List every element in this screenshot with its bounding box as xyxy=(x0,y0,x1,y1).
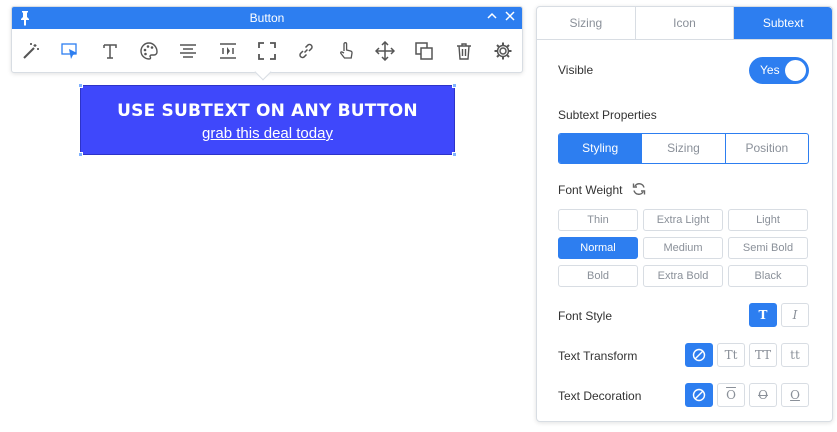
subtab-sizing[interactable]: Sizing xyxy=(641,134,724,163)
magic-wand-icon[interactable] xyxy=(19,39,43,63)
font-style-normal-button[interactable]: T xyxy=(749,303,777,327)
weight-bold[interactable]: Bold xyxy=(558,265,638,287)
text-decoration-label: Text Decoration xyxy=(558,389,642,403)
weight-medium[interactable]: Medium xyxy=(643,237,723,259)
weight-black[interactable]: Black xyxy=(728,265,808,287)
preview-button[interactable]: USE SUBTEXT ON ANY BUTTON grab this deal… xyxy=(78,83,457,157)
weight-normal[interactable]: Normal xyxy=(558,237,638,259)
weight-light[interactable]: Light xyxy=(728,209,808,231)
close-icon[interactable] xyxy=(502,9,518,27)
button-main-text: USE SUBTEXT ON ANY BUTTON xyxy=(117,101,418,121)
hand-pointer-icon[interactable] xyxy=(334,39,358,63)
transform-none-button[interactable] xyxy=(685,343,713,367)
toolbar-header: Button xyxy=(12,7,522,29)
typography-icon[interactable] xyxy=(98,39,122,63)
fullscreen-icon[interactable] xyxy=(255,39,279,63)
weight-extra-light[interactable]: Extra Light xyxy=(643,209,723,231)
none-icon xyxy=(692,388,706,402)
font-weight-grid: Thin Extra Light Light Normal Medium Sem… xyxy=(558,209,810,287)
subtab-styling[interactable]: Styling xyxy=(559,134,642,163)
tab-icon[interactable]: Icon xyxy=(636,7,735,39)
trash-icon[interactable] xyxy=(452,39,476,63)
pin-icon[interactable] xyxy=(18,10,32,26)
decoration-none-button[interactable] xyxy=(685,383,713,407)
text-transform-label: Text Transform xyxy=(558,349,638,363)
transform-capitalize-button[interactable]: Tt xyxy=(717,343,745,367)
collapse-icon[interactable] xyxy=(484,9,500,27)
settings-panel: Sizing Icon Subtext Visible Yes Subtext … xyxy=(536,6,833,422)
weight-thin[interactable]: Thin xyxy=(558,209,638,231)
toggle-value: Yes xyxy=(760,63,780,77)
decoration-strikethrough-button[interactable]: O xyxy=(749,383,777,407)
link-icon[interactable] xyxy=(294,39,318,63)
weight-semi-bold[interactable]: Semi Bold xyxy=(728,237,808,259)
font-style-label: Font Style xyxy=(558,309,613,323)
subtab-position[interactable]: Position xyxy=(724,134,808,163)
duplicate-icon[interactable] xyxy=(412,39,436,63)
panel-tabs: Sizing Icon Subtext xyxy=(537,7,833,40)
font-weight-label: Font Weight xyxy=(558,183,623,197)
resize-handle[interactable] xyxy=(452,152,457,157)
subtext-subtabs: Styling Sizing Position xyxy=(558,133,809,164)
resize-handle[interactable] xyxy=(78,83,83,88)
resize-handle[interactable] xyxy=(452,83,457,88)
tab-sizing[interactable]: Sizing xyxy=(537,7,636,39)
none-icon xyxy=(692,348,706,362)
toolbar-icon-row xyxy=(12,29,522,73)
palette-icon[interactable] xyxy=(137,39,161,63)
transform-uppercase-button[interactable]: TT xyxy=(749,343,777,367)
toggle-knob xyxy=(785,60,806,81)
weight-extra-bold[interactable]: Extra Bold xyxy=(643,265,723,287)
toolbar-title: Button xyxy=(249,11,285,25)
align-center-icon[interactable] xyxy=(176,39,200,63)
button-subtext: grab this deal today xyxy=(202,125,333,142)
move-icon[interactable] xyxy=(373,39,397,63)
visible-label: Visible xyxy=(558,63,594,77)
transform-lowercase-button[interactable]: tt xyxy=(781,343,809,367)
decoration-overline-button[interactable]: O xyxy=(717,383,745,407)
reset-icon[interactable] xyxy=(632,182,646,196)
visible-toggle[interactable]: Yes xyxy=(749,57,809,84)
subtext-properties-label: Subtext Properties xyxy=(558,108,657,122)
gear-icon[interactable] xyxy=(491,39,515,63)
font-style-italic-button[interactable]: I xyxy=(781,303,809,327)
resize-handle[interactable] xyxy=(78,152,83,157)
decoration-underline-button[interactable]: O xyxy=(781,383,809,407)
tab-subtext[interactable]: Subtext xyxy=(734,7,833,39)
cursor-select-icon[interactable] xyxy=(58,39,82,63)
element-toolbar: Button xyxy=(11,6,523,73)
text-width-icon[interactable] xyxy=(216,39,240,63)
